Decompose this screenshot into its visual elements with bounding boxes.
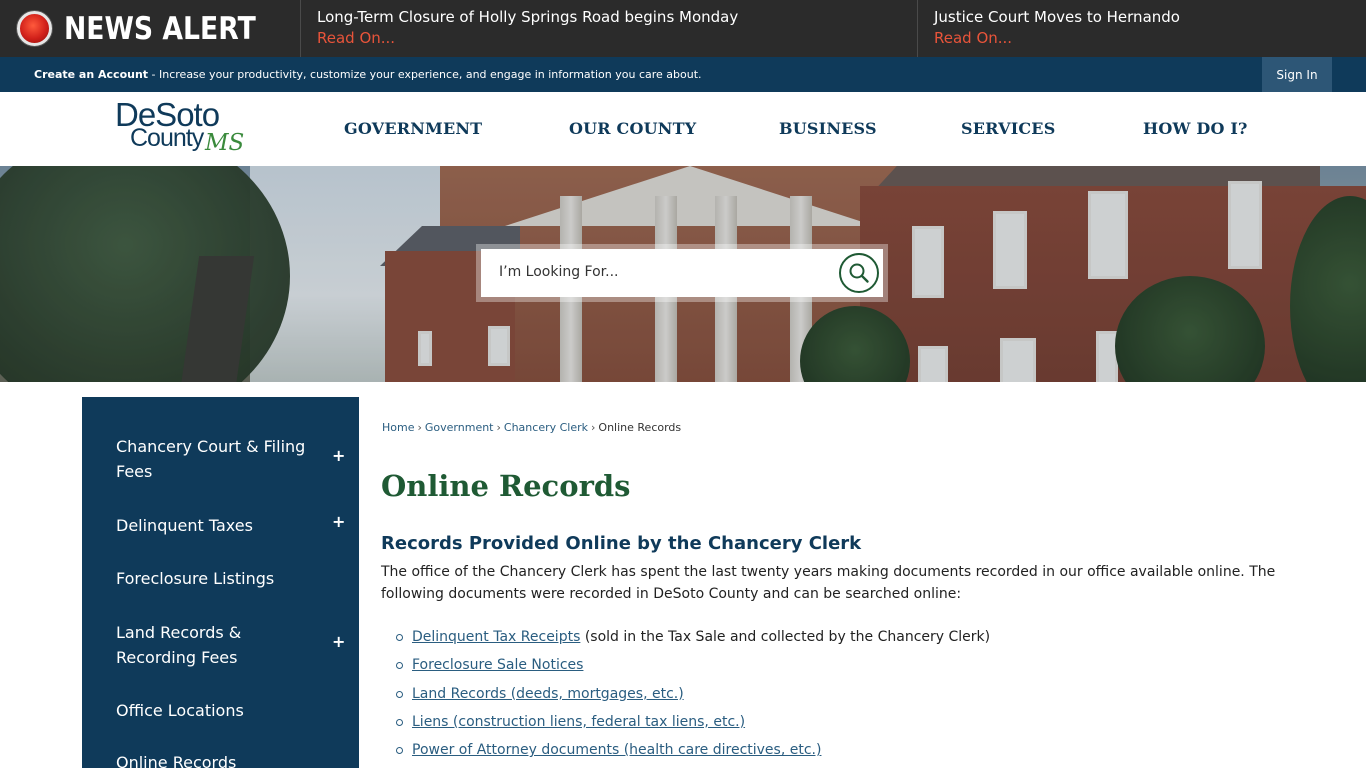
breadcrumb-home[interactable]: Home	[382, 421, 414, 434]
site-header: DeSoto County MS GOVERNMENT OUR COUNTY B…	[0, 92, 1366, 166]
expand-icon[interactable]: +	[332, 512, 345, 531]
search-icon	[849, 263, 869, 283]
news-alert-label: NEWS ALERT	[64, 11, 256, 47]
nav-government[interactable]: GOVERNMENT	[344, 119, 482, 138]
sidebar-item-chancery-court[interactable]: Chancery Court & Filing Fees	[116, 434, 316, 484]
sidebar-nav: Chancery Court & Filing Fees + Delinquen…	[82, 397, 359, 772]
delinquent-tax-receipts-link[interactable]: Delinquent Tax Receipts	[412, 629, 580, 645]
logo-line-ms: MS	[205, 130, 245, 156]
land-records-link[interactable]: Land Records (deeds, mortgages, etc.)	[412, 686, 684, 702]
bullet-icon	[396, 718, 403, 726]
intro-paragraph: The office of the Chancery Clerk has spe…	[381, 564, 1276, 602]
search-placeholder[interactable]: I’m Looking For...	[499, 264, 619, 280]
alert-read-on-link[interactable]: Read On...	[317, 29, 917, 47]
hero-banner: I’m Looking For...	[0, 166, 1366, 382]
sidebar-item-foreclosure-listings[interactable]: Foreclosure Listings	[116, 566, 316, 591]
bullet-icon	[396, 634, 403, 641]
news-alert-title: NEWS ALERT	[0, 0, 300, 57]
page-title: Online Records	[381, 469, 631, 503]
search-input[interactable]: I’m Looking For...	[481, 249, 883, 297]
section-heading: Records Provided Online by the Chancery …	[381, 533, 862, 554]
desoto-county-logo[interactable]: DeSoto County MS	[115, 96, 255, 159]
list-item: Liens (construction liens, federal tax l…	[396, 711, 990, 739]
search-box: I’m Looking For...	[476, 244, 888, 302]
bullet-icon	[396, 690, 403, 698]
list-item-note: (sold in the Tax Sale and collected by t…	[580, 629, 991, 645]
create-account-link[interactable]: Create an Account	[34, 68, 148, 81]
sidebar-item-office-locations[interactable]: Office Locations	[116, 698, 316, 723]
account-message: Create an Account - Increase your produc…	[34, 68, 702, 81]
alert-read-on-link[interactable]: Read On...	[934, 29, 1366, 47]
nav-business[interactable]: BUSINESS	[779, 119, 877, 138]
list-item: Power of Attorney documents (health care…	[396, 739, 990, 767]
nav-how-do-i[interactable]: HOW DO I?	[1143, 119, 1248, 138]
alert-item[interactable]: Justice Court Moves to Hernando Read On.…	[917, 0, 1366, 57]
alert-light-icon	[17, 11, 52, 46]
sidebar-item-land-records[interactable]: Land Records & Recording Fees	[116, 620, 316, 670]
sidebar-item-delinquent-taxes[interactable]: Delinquent Taxes	[116, 513, 316, 538]
foreclosure-sale-notices-link[interactable]: Foreclosure Sale Notices	[412, 657, 583, 673]
breadcrumb-chancery-clerk[interactable]: Chancery Clerk	[504, 421, 588, 434]
power-of-attorney-link[interactable]: Power of Attorney documents (health care…	[412, 742, 821, 758]
nav-services[interactable]: SERVICES	[961, 119, 1055, 138]
breadcrumb-current: Online Records	[598, 421, 682, 434]
breadcrumb-government[interactable]: Government	[425, 421, 494, 434]
search-button[interactable]	[839, 253, 879, 293]
expand-icon[interactable]: +	[332, 446, 345, 465]
list-item: Delinquent Tax Receipts (sold in the Tax…	[396, 626, 990, 654]
sign-in-button[interactable]: Sign In	[1262, 57, 1332, 92]
liens-link[interactable]: Liens (construction liens, federal tax l…	[412, 714, 745, 730]
alert-item-title[interactable]: Long-Term Closure of Holly Springs Road …	[317, 8, 917, 26]
expand-icon[interactable]: +	[332, 632, 345, 651]
news-alert-bar: NEWS ALERT Long-Term Closure of Holly Sp…	[0, 0, 1366, 57]
list-item: Foreclosure Sale Notices	[396, 654, 990, 682]
alert-item-title[interactable]: Justice Court Moves to Hernando	[934, 8, 1366, 26]
breadcrumb: Home › Government › Chancery Clerk › Online Re…	[382, 421, 682, 434]
sidebar-item-online-records[interactable]: Online Records	[116, 750, 316, 775]
nav-our-county[interactable]: OUR COUNTY	[569, 119, 696, 138]
account-bar: Create an Account - Increase your produc…	[0, 57, 1366, 92]
bullet-icon	[396, 662, 403, 670]
document-list: Delinquent Tax Receipts (sold in the Tax…	[396, 626, 990, 767]
bullet-icon	[396, 747, 403, 755]
logo-line-county: County	[130, 124, 204, 152]
alert-item[interactable]: Long-Term Closure of Holly Springs Road …	[300, 0, 917, 57]
list-item: Land Records (deeds, mortgages, etc.)	[396, 683, 990, 711]
account-tagline: - Increase your productivity, customize …	[148, 68, 702, 81]
